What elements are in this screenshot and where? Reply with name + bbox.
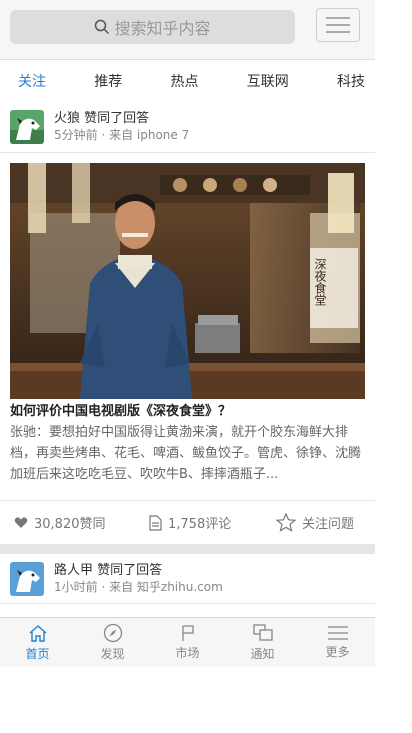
answer-excerpt[interactable]: 张驰：要想拍好中国版得让黄渤来演，就开个胶东海鲜大排档，再卖些烤串、花毛、啤酒、… [0,422,375,486]
nav-label: 更多 [325,645,350,659]
card-meta: 1小时前 · 来自 知乎zhihu.com [54,579,223,594]
menu-icon [327,626,348,640]
nav-discover[interactable]: 发现 [75,618,150,667]
search-icon [95,19,110,35]
notification-icon [252,624,273,641]
feed: 火狼 赞同了回答 5分钟前 · 来自 iphone 7 深夜食堂 如何评价中国电… [0,101,375,624]
menu-icon-line [326,31,350,33]
nav-market[interactable]: 市场 [150,618,225,667]
card-actor: 路人甲 赞同了回答 [54,562,163,578]
nav-notifications[interactable]: 通知 [225,618,300,667]
card-divider [0,544,375,554]
feed-card: 火狼 赞同了回答 5分钟前 · 来自 iphone 7 深夜食堂 如何评价中国电… [0,101,375,554]
tab-bar: 关注 推荐 热点 互联网 科技 [0,61,375,101]
nav-label: 发现 [100,647,125,661]
question-title[interactable]: 如何评价中国电视剧版《深夜食堂》？ [0,399,375,422]
tab-recommended[interactable]: 推荐 [94,63,122,99]
like-button[interactable]: 30,820赞同 [14,513,149,532]
bottom-nav: 首页 发现 市场 通知 更多 [0,617,375,667]
app: 搜索知乎内容 关注 推荐 热点 互联网 科技 火狼 赞同了回答 5分钟前 · 来… [0,0,375,667]
tab-hot[interactable]: 热点 [171,63,199,99]
menu-icon-line [326,17,350,19]
tab-internet[interactable]: 互联网 [247,63,289,99]
heart-icon [14,517,28,528]
feed-card: 路人甲 赞同了回答 1小时前 · 来自 知乎zhihu.com 哪些行为看上去很… [0,554,375,624]
like-count: 30,820赞同 [34,517,106,532]
compass-icon [103,623,122,643]
nav-label: 首页 [25,646,50,661]
nav-home[interactable]: 首页 [0,618,75,667]
document-icon [149,514,162,531]
avatar[interactable] [10,109,44,144]
card-actor: 火狼 赞同了回答 [54,110,150,126]
follow-label: 关注问题 [302,517,355,532]
nav-label: 通知 [250,647,275,661]
tab-technology[interactable]: 科技 [337,63,365,99]
follow-question-button[interactable]: 关注问题 [276,513,354,532]
flag-icon [181,625,194,641]
header: 搜索知乎内容 [0,0,375,60]
card-meta: 5分钟前 · 来自 iphone 7 [54,127,190,142]
cover-title: 深夜食堂 [313,258,327,306]
tab-following[interactable]: 关注 [18,63,46,99]
star-icon [276,513,296,532]
nav-more[interactable]: 更多 [300,618,375,667]
cover-image[interactable]: 深夜食堂 [10,163,365,399]
comment-count: 1,758评论 [168,517,232,532]
nav-label: 市场 [175,646,200,660]
menu-button[interactable] [316,8,360,42]
avatar[interactable] [10,561,44,596]
search-box[interactable]: 搜索知乎内容 [10,10,295,44]
search-placeholder: 搜索知乎内容 [114,19,211,38]
card-header[interactable]: 路人甲 赞同了回答 1小时前 · 来自 知乎zhihu.com [0,554,375,604]
card-header[interactable]: 火狼 赞同了回答 5分钟前 · 来自 iphone 7 [0,101,375,153]
home-icon [29,624,46,642]
card-actions: 30,820赞同 1,758评论 关注问题 [0,500,375,544]
menu-icon-line [326,24,350,26]
comment-button[interactable]: 1,758评论 [149,513,276,532]
